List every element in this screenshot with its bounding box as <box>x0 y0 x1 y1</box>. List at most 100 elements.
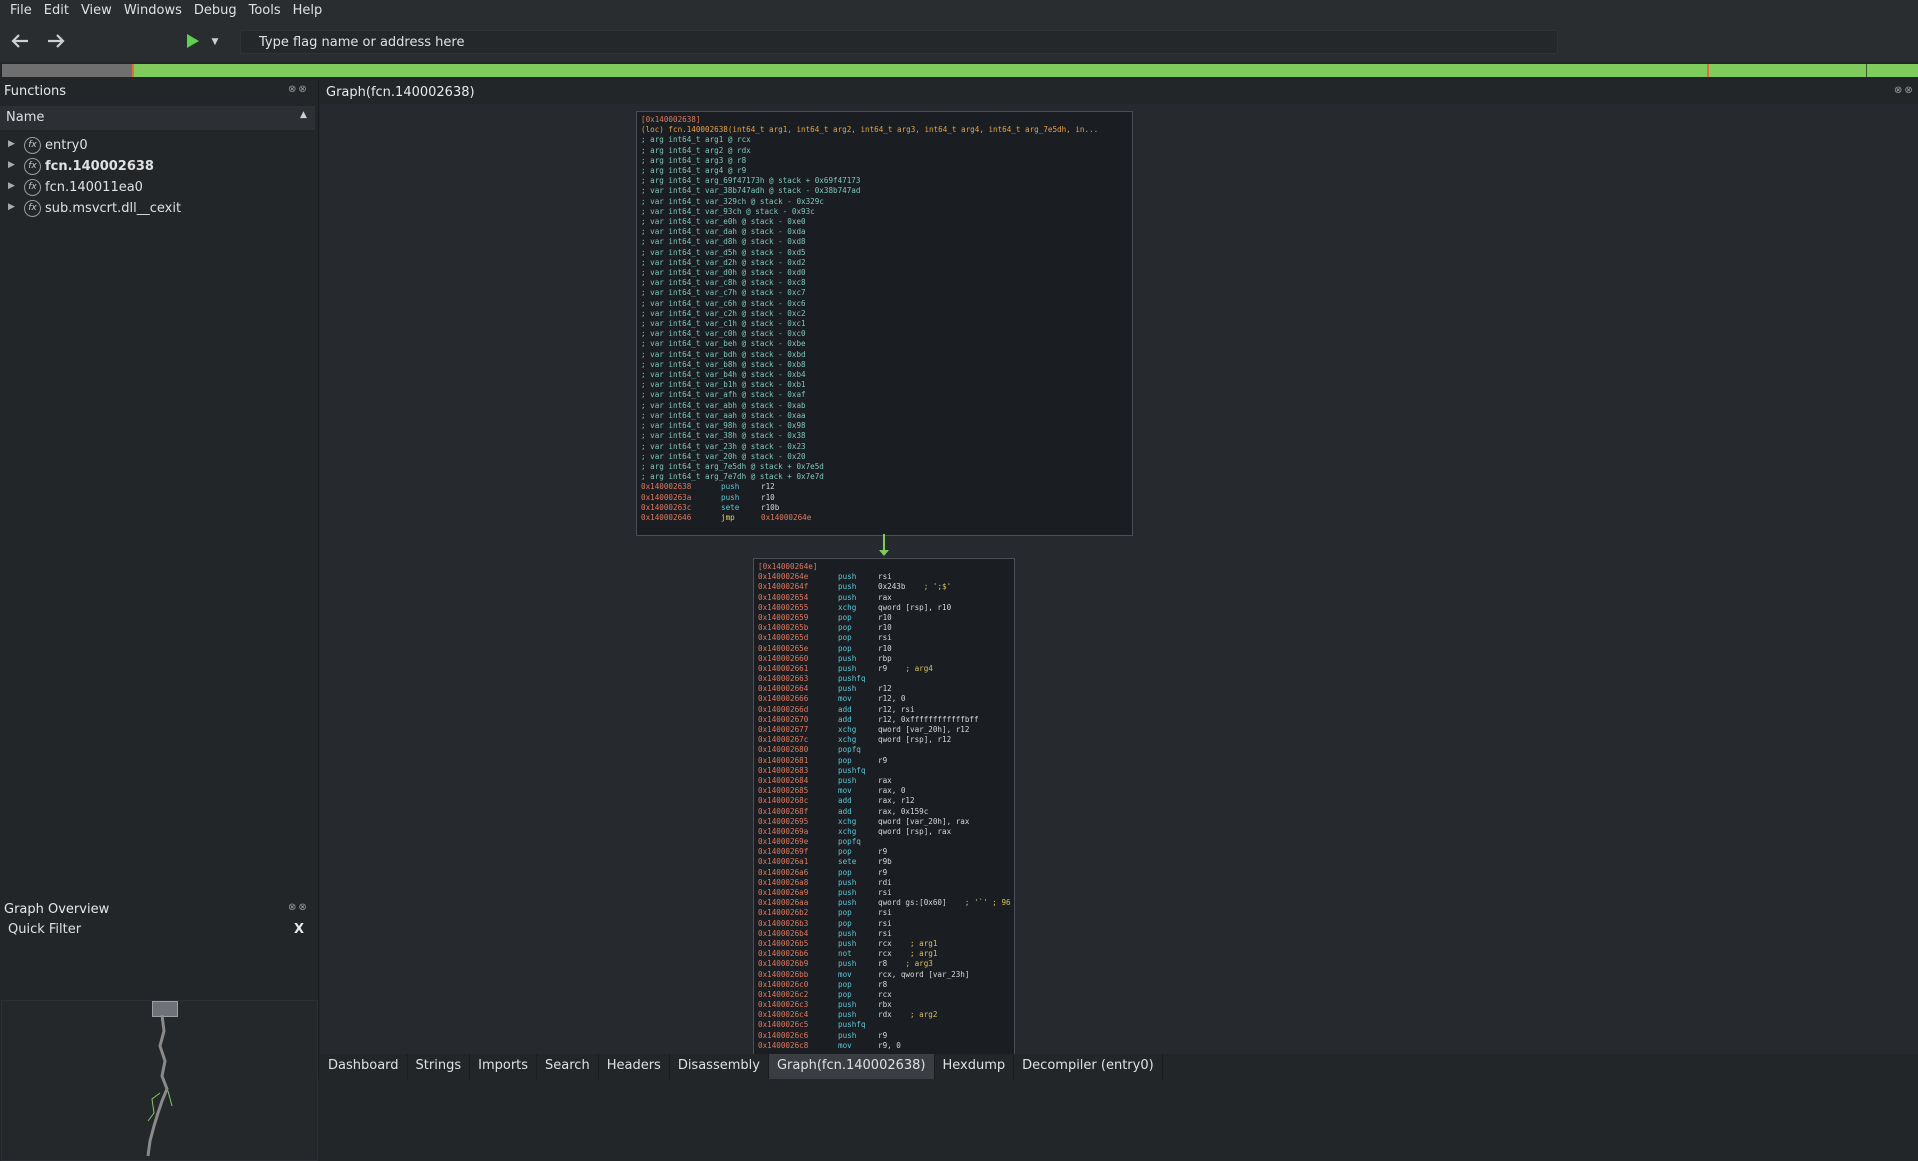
dropdown-arrow-icon[interactable]: ▼ <box>203 30 227 54</box>
instruction-row[interactable]: 0x1400026a9 push rsi <box>758 888 1010 898</box>
instruction-row[interactable]: 0x14000265d pop rsi <box>758 633 1010 643</box>
instruction-row[interactable]: 0x1400026c6 push r9 <box>758 1031 1010 1041</box>
back-arrow-icon[interactable] <box>8 30 32 54</box>
name-column-header[interactable]: Name <box>6 110 44 125</box>
instruction-operands: r12, rsi <box>878 704 915 714</box>
instruction-row[interactable]: 0x14000263a push r10 <box>641 493 1128 503</box>
expand-arrow-icon[interactable]: ▶ <box>8 202 15 212</box>
play-icon[interactable] <box>180 30 204 54</box>
instruction-row[interactable]: 0x1400026a1 sete r9b <box>758 857 1010 867</box>
instruction-row[interactable]: 0x140002664 push r12 <box>758 684 1010 694</box>
instruction-comment: ; arg3 <box>887 959 933 969</box>
instruction-row[interactable]: 0x14000266d add r12, rsi <box>758 705 1010 715</box>
graph-overview[interactable] <box>1 1000 318 1161</box>
instruction-row[interactable]: 0x1400026c8 mov r9, 0 <box>758 1041 1010 1051</box>
tab-strings[interactable]: Strings <box>408 1054 471 1079</box>
function-list-item[interactable]: ▶ fx fcn.140002638 <box>0 157 315 177</box>
instruction-row[interactable]: 0x140002666 mov r12, 0 <box>758 694 1010 704</box>
instruction-row[interactable]: 0x140002646 jmp 0x14000264e <box>641 513 1128 523</box>
instruction-row[interactable]: 0x1400026b9 push r8 ; arg3 <box>758 959 1010 969</box>
menu-windows[interactable]: Windows <box>118 0 188 22</box>
instruction-row[interactable]: 0x14000269a xchg qword [rsp], rax <box>758 827 1010 837</box>
graph-panel-dock-icons[interactable]: ⊗⊗ <box>1894 85 1915 96</box>
instruction-row[interactable]: 0x14000263c sete r10b <box>641 503 1128 513</box>
instruction-row[interactable]: 0x1400026c0 pop r8 <box>758 980 1010 990</box>
instruction-row[interactable]: 0x1400026c2 pop rcx <box>758 990 1010 1000</box>
instruction-row[interactable]: 0x140002683 pushfq <box>758 766 1010 776</box>
instruction-mnemonic: push <box>838 888 857 898</box>
menu-file[interactable]: File <box>0 0 38 22</box>
tab-headers[interactable]: Headers <box>599 1054 670 1079</box>
instruction-row[interactable]: 0x140002659 pop r10 <box>758 613 1010 623</box>
instruction-row[interactable]: 0x1400026bb mov rcx, qword [var_23h] <box>758 970 1010 980</box>
search-input[interactable]: Type flag name or address here <box>240 30 1558 54</box>
expand-arrow-icon[interactable]: ▶ <box>8 160 15 170</box>
quick-filter[interactable]: Quick Filter X <box>0 916 318 946</box>
instruction-row[interactable]: 0x14000268c add rax, r12 <box>758 796 1010 806</box>
instruction-row[interactable]: 0x140002684 push rax <box>758 776 1010 786</box>
tab-dashboard[interactable]: Dashboard <box>320 1054 408 1079</box>
instruction-row[interactable]: 0x1400026c5 pushfq <box>758 1020 1010 1030</box>
instruction-row[interactable]: 0x1400026a8 push rdi <box>758 878 1010 888</box>
instruction-row[interactable]: 0x1400026b3 pop rsi <box>758 919 1010 929</box>
instruction-row[interactable]: 0x14000265e pop r10 <box>758 644 1010 654</box>
instruction-row[interactable]: 0x140002654 push rax <box>758 593 1010 603</box>
tab-decompiler-entry0[interactable]: Decompiler (entry0) <box>1014 1054 1163 1079</box>
instruction-row[interactable]: 0x140002655 xchg qword [rsp], r10 <box>758 603 1010 613</box>
forward-arrow-icon[interactable] <box>44 30 68 54</box>
instruction-row[interactable]: 0x1400026b6 not rcx ; arg1 <box>758 949 1010 959</box>
menu-view[interactable]: View <box>75 0 118 22</box>
instruction-row[interactable]: 0x14000264e push rsi <box>758 572 1010 582</box>
tab-graph-fcn-140002638[interactable]: Graph(fcn.140002638) <box>768 1054 935 1079</box>
instruction-row[interactable]: 0x14000269e popfq <box>758 837 1010 847</box>
tab-disassembly[interactable]: Disassembly <box>670 1054 769 1079</box>
instruction-operands: r9 <box>878 1030 888 1040</box>
tab-search[interactable]: Search <box>537 1054 599 1079</box>
graph-block-entry[interactable]: [0x140002638] (loc) fcn.140002638(int64_… <box>636 111 1133 536</box>
instruction-row[interactable]: 0x140002677 xchg qword [var_20h], r12 <box>758 725 1010 735</box>
quick-filter-close-button[interactable]: X <box>294 922 304 937</box>
instruction-row[interactable]: 0x140002663 pushfq <box>758 674 1010 684</box>
instruction-row[interactable]: 0x140002638 push r12 <box>641 482 1128 492</box>
instruction-row[interactable]: 0x1400026b2 pop rsi <box>758 908 1010 918</box>
menu-tools[interactable]: Tools <box>243 0 287 22</box>
graph-canvas[interactable]: [0x140002638] (loc) fcn.140002638(int64_… <box>320 104 1918 1056</box>
instruction-row[interactable]: 0x140002685 mov rax, 0 <box>758 786 1010 796</box>
function-list-item[interactable]: ▶ fx entry0 <box>0 136 315 156</box>
expand-arrow-icon[interactable]: ▶ <box>8 139 15 149</box>
instruction-row[interactable]: 0x14000264f push 0x243b ; ';$' <box>758 582 1010 592</box>
navigation-band[interactable] <box>2 64 1918 77</box>
instruction-comment: ; arg1 <box>891 949 938 959</box>
menu-edit[interactable]: Edit <box>38 0 75 22</box>
instruction-row[interactable]: 0x140002661 push r9 ; arg4 <box>758 664 1010 674</box>
overview-dock-icons[interactable]: ⊗⊗ <box>288 902 309 913</box>
instruction-row[interactable]: 0x1400026c4 push rdx ; arg2 <box>758 1010 1010 1020</box>
instruction-address: 0x1400026a9 <box>758 888 809 898</box>
instruction-row[interactable]: 0x140002681 pop r9 <box>758 756 1010 766</box>
tab-imports[interactable]: Imports <box>470 1054 538 1079</box>
instruction-row[interactable]: 0x140002660 push rbp <box>758 654 1010 664</box>
instruction-row[interactable]: 0x1400026aa push qword gs:[0x60] ; '`' ; 9… <box>758 898 1011 908</box>
instruction-row[interactable]: 0x14000265b pop r10 <box>758 623 1010 633</box>
menu-debug[interactable]: Debug <box>188 0 243 22</box>
instruction-row[interactable]: 0x140002680 popfq <box>758 745 1010 755</box>
menu-help[interactable]: Help <box>287 0 329 22</box>
instruction-mnemonic: pop <box>838 623 852 633</box>
instruction-row[interactable]: 0x1400026b4 push rsi <box>758 929 1010 939</box>
graph-block-second[interactable]: [0x14000264e] 0x14000264e push rsi 0x140002… <box>753 558 1015 1056</box>
instruction-address: 0x140002664 <box>758 684 809 694</box>
instruction-row[interactable]: 0x1400026b5 push rcx ; arg1 <box>758 939 1010 949</box>
instruction-row[interactable]: 0x1400026c3 push rbx <box>758 1000 1010 1010</box>
expand-arrow-icon[interactable]: ▶ <box>8 181 15 191</box>
instruction-row[interactable]: 0x140002670 add r12, 0xffffffffffffbff <box>758 715 1010 725</box>
panel-dock-icons[interactable]: ⊗⊗ <box>288 84 309 95</box>
functions-list-header[interactable]: Name ▲ <box>0 106 315 130</box>
function-list-item[interactable]: ▶ fx sub.msvcrt.dll__cexit <box>0 199 315 219</box>
instruction-row[interactable]: 0x140002695 xchg qword [var_20h], rax <box>758 817 1010 827</box>
tab-hexdump[interactable]: Hexdump <box>935 1054 1015 1079</box>
function-list-item[interactable]: ▶ fx fcn.140011ea0 <box>0 178 315 198</box>
instruction-row[interactable]: 0x14000269f pop r9 <box>758 847 1010 857</box>
instruction-row[interactable]: 0x14000268f add rax, 0x159c <box>758 807 1010 817</box>
instruction-row[interactable]: 0x14000267c xchg qword [rsp], r12 <box>758 735 1010 745</box>
instruction-row[interactable]: 0x1400026a6 pop r9 <box>758 868 1010 878</box>
